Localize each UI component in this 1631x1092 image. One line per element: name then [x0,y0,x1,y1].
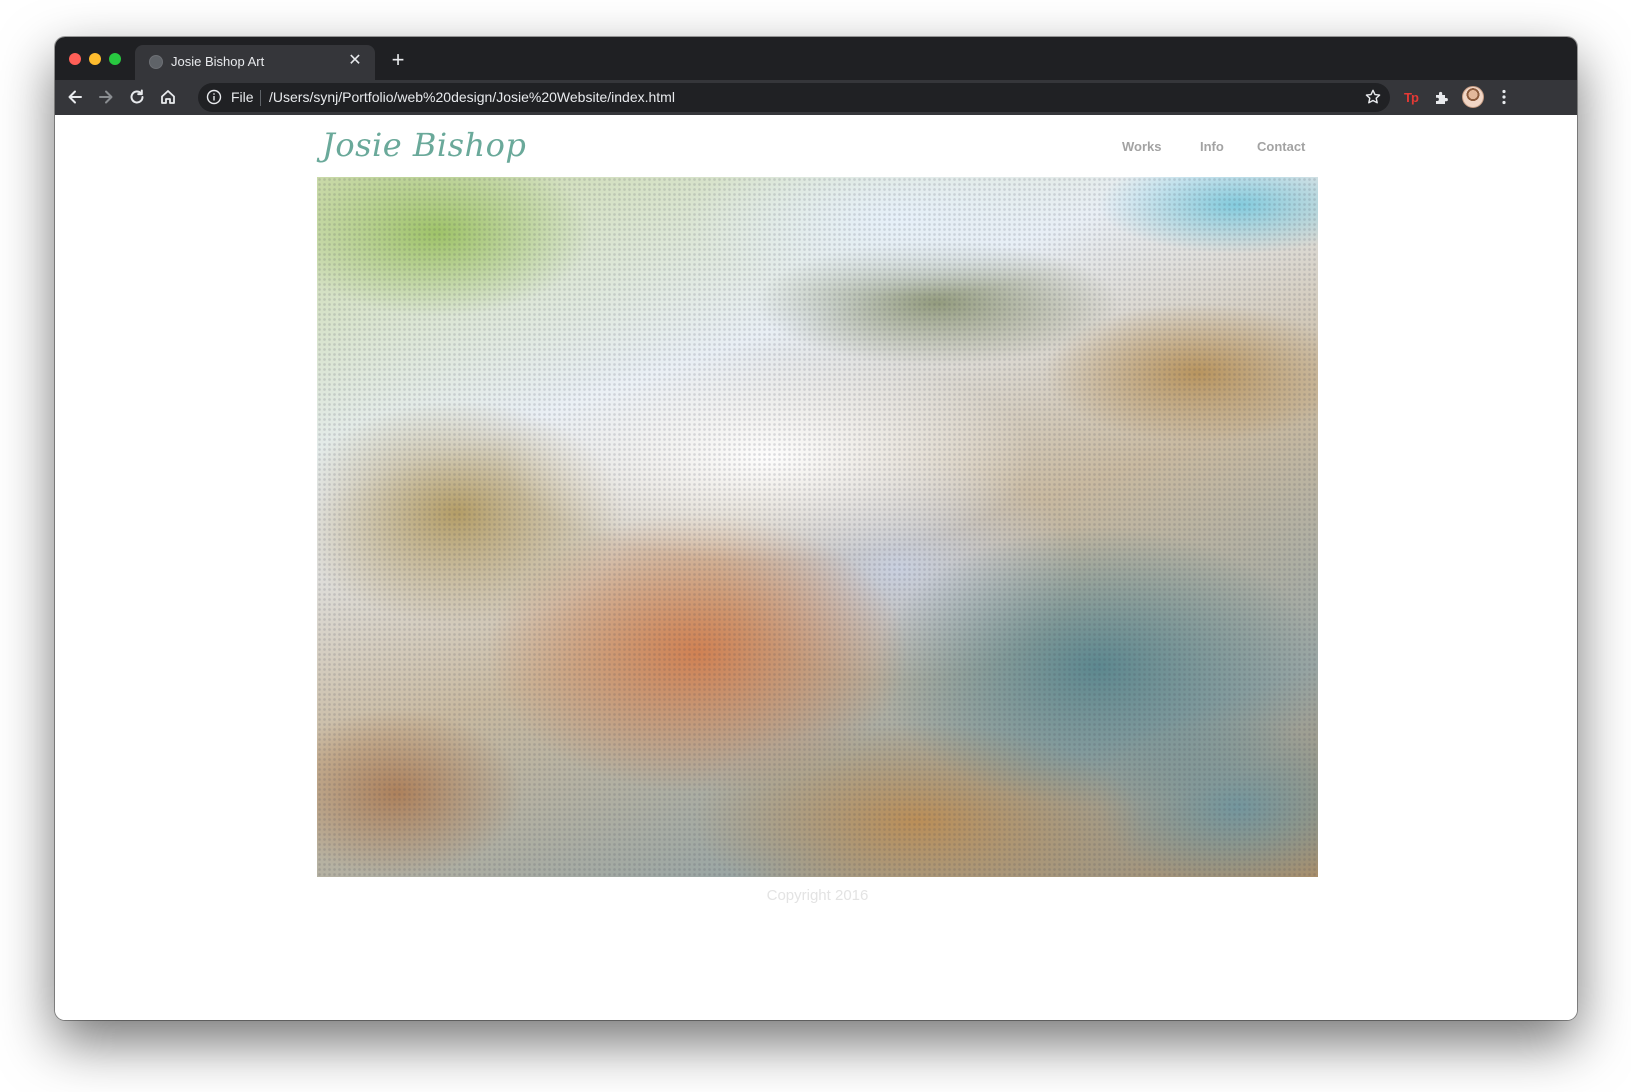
reload-icon[interactable] [124,84,150,110]
divider [260,90,261,106]
globe-icon [149,55,163,69]
tp-extension-icon[interactable]: Tp [1398,84,1424,110]
puzzle-icon[interactable] [1429,84,1455,110]
tab-strip: Josie Bishop Art ✕ + [55,37,1577,80]
star-icon[interactable] [1364,88,1382,106]
site-logo[interactable]: Josie Bishop [322,126,526,164]
more-vert-icon[interactable] [1491,84,1517,110]
nav-works-link[interactable]: Works [1122,139,1162,154]
plus-icon[interactable]: + [386,48,410,72]
avatar [1462,86,1484,108]
profile-button[interactable] [1460,84,1486,110]
home-icon[interactable] [155,84,181,110]
close-icon[interactable]: ✕ [345,51,365,71]
window-zoom-button[interactable] [109,53,121,65]
page-viewport: Josie Bishop Works Info Contact Copyrigh… [55,115,1577,1020]
tab-active[interactable]: Josie Bishop Art ✕ [135,45,375,80]
nav-info-link[interactable]: Info [1200,139,1224,154]
nav-contact-link[interactable]: Contact [1257,139,1305,154]
browser-window: Josie Bishop Art ✕ + File /Users/synj/Po… [55,37,1577,1020]
browser-toolbar: File /Users/synj/Portfolio/web%20design/… [55,80,1577,115]
tab-title: Josie Bishop Art [171,54,265,69]
url-text[interactable]: /Users/synj/Portfolio/web%20design/Josie… [269,89,675,105]
hero-image [317,177,1318,877]
forward-arrow-icon[interactable] [93,84,119,110]
copyright-text: Copyright 2016 [766,887,869,904]
address-bar[interactable]: File /Users/synj/Portfolio/web%20design/… [198,83,1390,112]
tp-extension-label: Tp [1404,89,1419,105]
window-minimize-button[interactable] [89,53,101,65]
back-arrow-icon[interactable] [62,84,88,110]
window-close-button[interactable] [69,53,81,65]
scheme-label: File [231,89,254,105]
info-icon[interactable] [206,89,222,105]
